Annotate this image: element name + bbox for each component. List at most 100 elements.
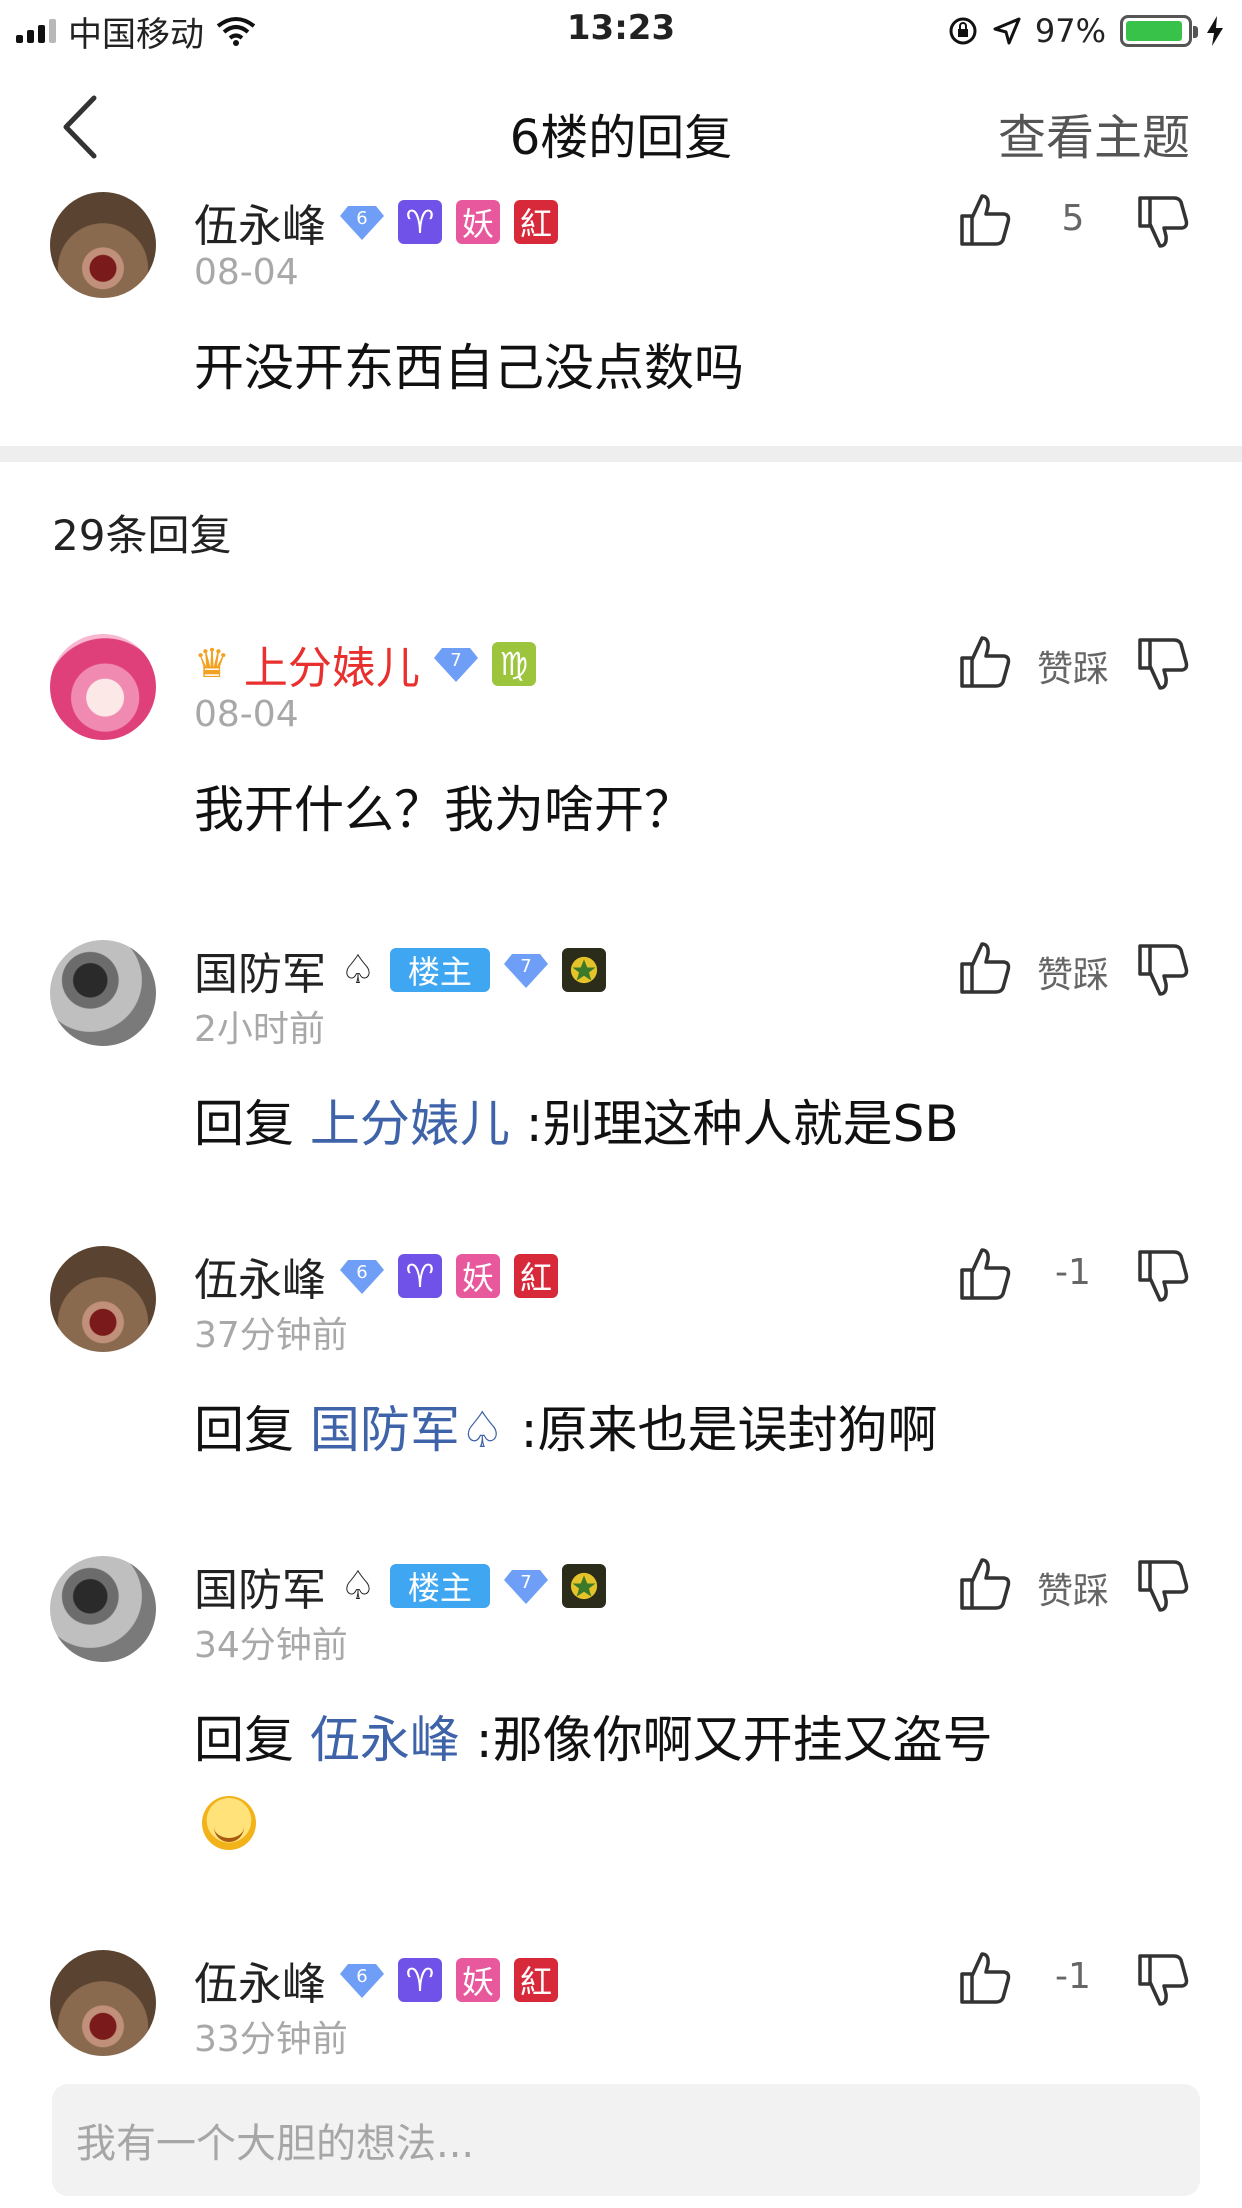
vote-group: 赞踩: [946, 1556, 1196, 1616]
reply-content: 回复 伍永峰 :那像你啊又开挂又盗号: [194, 1700, 993, 1772]
status-bar: 中国移动 13:23 97%: [0, 0, 1242, 62]
spade-icon: ♤: [340, 1563, 376, 1609]
username[interactable]: 伍永峰: [194, 190, 326, 254]
diamond-level-icon: 7: [433, 648, 478, 682]
bottom-bar: 我有一个大胆的想法...: [0, 2064, 1242, 2208]
view-topic-button[interactable]: 查看主题: [998, 98, 1190, 168]
vote-group: 5: [946, 192, 1196, 252]
svg-text:6: 6: [356, 208, 367, 229]
diamond-level-icon: 7: [503, 954, 548, 988]
spade-icon: ♤: [340, 947, 376, 993]
thumbs-down-icon[interactable]: [1134, 1248, 1190, 1304]
reply-time: 37分钟前: [194, 1315, 348, 1356]
crown-icon: ♛: [194, 641, 230, 687]
user-row: ♛ 上分婊儿 7 ♍: [194, 634, 536, 694]
reply-text: :别理这种人就是SB: [509, 1095, 959, 1153]
thumbs-down-icon[interactable]: [1134, 1952, 1190, 2008]
thumbs-up-icon[interactable]: [956, 192, 1012, 248]
thumbs-up-icon[interactable]: [956, 1556, 1012, 1612]
status-right: 97%: [947, 10, 1224, 52]
thumbs-down-icon[interactable]: [1134, 942, 1190, 998]
svg-text:7: 7: [520, 956, 531, 977]
avatar[interactable]: [50, 940, 156, 1046]
location-icon: [993, 17, 1021, 45]
avatar[interactable]: [50, 1556, 156, 1662]
thumbs-down-icon[interactable]: [1134, 194, 1190, 250]
reply-item: 国防军 ♤ 楼主 7 34分钟前 回复 伍永峰 :那像你啊又开挂又盗号 赞踩: [0, 1556, 1242, 1936]
yao-badge: 妖: [456, 1254, 500, 1298]
post-content: 开没开东西自己没点数吗: [194, 339, 744, 397]
reply-target-link[interactable]: 国防军♤: [310, 1401, 505, 1459]
reply-content: 回复 国防军♤ :原来也是误封狗啊: [194, 1390, 937, 1462]
diamond-level-icon: 7: [503, 1570, 548, 1604]
reply-prefix: 回复: [194, 1401, 310, 1459]
vote-count: 5: [1061, 198, 1085, 239]
avatar[interactable]: [50, 192, 156, 298]
avatar[interactable]: [50, 634, 156, 740]
orientation-lock-icon: [949, 17, 977, 45]
reply-text: :原来也是误封狗啊: [504, 1401, 938, 1459]
diamond-level-icon: 6: [340, 1260, 384, 1294]
reply-prefix: 回复: [194, 1095, 310, 1153]
username[interactable]: 上分婊儿: [244, 632, 420, 696]
username[interactable]: 伍永峰: [194, 1950, 326, 2012]
section-divider: [0, 446, 1242, 462]
user-row: 国防军 ♤ 楼主 7: [194, 940, 606, 1000]
main-post: 伍永峰 6 ♈ 妖 紅 08-04 开没开东西自己没点数吗 5: [0, 192, 1242, 446]
vote-group: -1: [946, 1246, 1196, 1306]
hong-badge: 紅: [514, 1254, 558, 1298]
reply-item: 国防军 ♤ 楼主 7 2小时前 回复 上分婊儿 :别理这种人就是SB 赞踩: [0, 940, 1242, 1200]
thumbs-down-icon[interactable]: [1134, 636, 1190, 692]
reply-item: 伍永峰 6 ♈ 妖 紅 37分钟前 回复 国防军♤ :原来也是误封狗啊 -1: [0, 1246, 1242, 1506]
user-row: 国防军 ♤ 楼主 7: [194, 1556, 606, 1616]
thumbs-up-icon[interactable]: [956, 1246, 1012, 1302]
reply-input[interactable]: 我有一个大胆的想法...: [52, 2084, 1200, 2196]
username[interactable]: 国防军: [194, 938, 326, 1002]
avatar[interactable]: [50, 1950, 156, 2056]
reply-target-link[interactable]: 伍永峰: [310, 1711, 460, 1769]
thumbs-down-icon[interactable]: [1134, 1558, 1190, 1614]
vote-group: -1: [946, 1950, 1196, 2010]
louzhu-badge: 楼主: [389, 948, 490, 992]
vote-label: 赞踩: [1036, 1571, 1109, 1612]
hong-badge: 紅: [514, 1958, 558, 2002]
svg-text:7: 7: [520, 1572, 531, 1593]
reply-target-link[interactable]: 上分婊儿: [310, 1095, 510, 1153]
charging-icon: [1207, 16, 1223, 46]
vote-group: 赞踩: [946, 940, 1196, 1000]
vote-label: 赞踩: [1036, 649, 1109, 690]
svg-text:6: 6: [356, 1966, 367, 1987]
reply-item: ♛ 上分婊儿 7 ♍ 08-04 我开什么？我为啥开？ 赞踩: [0, 634, 1242, 894]
nav-bar: 6楼的回复 查看主题: [0, 62, 1242, 192]
reply-item: 伍永峰 6 ♈ 妖 紅 33分钟前 -1: [0, 1950, 1242, 2064]
vote-group: 赞踩: [946, 634, 1196, 694]
yao-badge: 妖: [456, 1958, 500, 2002]
reply-content: 回复 上分婊儿 :别理这种人就是SB: [194, 1084, 959, 1156]
thumbs-up-icon[interactable]: [956, 940, 1012, 996]
username[interactable]: 国防军: [194, 1554, 326, 1618]
smile-emoji-icon: [202, 1796, 256, 1850]
thumbs-up-icon[interactable]: [956, 634, 1012, 690]
reply-content: 我开什么？我为啥开？: [194, 781, 694, 839]
reply-time: 34分钟前: [194, 1625, 348, 1666]
user-row: 伍永峰 6 ♈ 妖 紅: [194, 1246, 558, 1306]
post-time: 08-04: [194, 252, 299, 293]
svg-text:7: 7: [450, 650, 461, 671]
battery-percent: 97%: [1034, 12, 1106, 50]
louzhu-badge: 楼主: [389, 1564, 490, 1608]
star-badge-icon: [561, 948, 606, 992]
reply-time: 2小时前: [194, 1009, 325, 1050]
reply-time: 08-04: [194, 694, 299, 735]
yao-badge: 妖: [456, 200, 500, 244]
user-row: 伍永峰 6 ♈ 妖 紅: [194, 1950, 558, 2010]
thumbs-up-icon[interactable]: [956, 1950, 1012, 2006]
vote-count: -1: [1055, 1252, 1091, 1293]
star-badge-icon: [561, 1564, 606, 1608]
reply-count: 29条回复: [52, 511, 232, 560]
vote-label: 赞踩: [1036, 955, 1109, 996]
aries-badge: ♈: [398, 200, 442, 244]
diamond-level-icon: 6: [340, 1964, 384, 1998]
avatar[interactable]: [50, 1246, 156, 1352]
username[interactable]: 伍永峰: [194, 1244, 326, 1308]
virgo-badge: ♍: [491, 642, 536, 686]
